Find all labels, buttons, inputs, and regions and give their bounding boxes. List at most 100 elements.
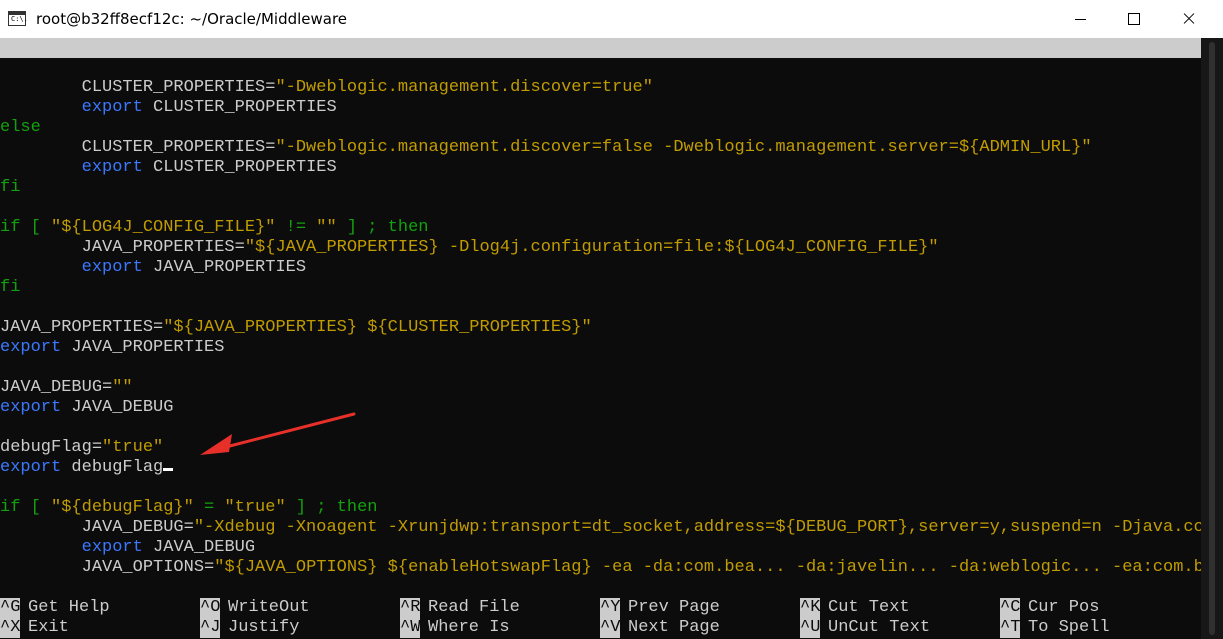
code-token: CLUSTER_PROPERTIES= (0, 78, 276, 97)
code-token: JAVA_PROPERTIES= (0, 238, 245, 257)
code-token: JAVA_PROPERTIES (61, 338, 225, 357)
shortcut-label: WriteOut (228, 598, 310, 617)
shortcut-label: Where Is (428, 618, 510, 637)
code-token: "" (316, 218, 337, 237)
code-token: "" (112, 378, 133, 397)
code-line[interactable] (0, 298, 1201, 318)
shortcut-label: Next Page (628, 618, 720, 637)
code-token: export (81, 258, 143, 277)
code-token: else (0, 118, 41, 137)
code-line[interactable]: fi (0, 278, 1201, 298)
shortcut-label: Read File (428, 598, 520, 617)
vertical-scrollbar[interactable] (1201, 38, 1223, 639)
code-line[interactable]: if [ "${debugFlag}" = "true" ] ; then (0, 498, 1201, 518)
code-line[interactable]: JAVA_DEBUG="-Xdebug -Xnoagent -Xrunjdwp:… (0, 518, 1201, 538)
code-line[interactable]: export JAVA_DEBUG (0, 398, 1201, 418)
shortcut-key: ^U (800, 618, 821, 638)
shortcut-get-help: ^G Get Help (0, 598, 110, 618)
shortcut-key: ^T (1000, 618, 1021, 638)
code-line[interactable]: debugFlag="true" (0, 438, 1201, 458)
shortcut-key: ^C (1000, 598, 1021, 618)
shortcut-to-spell: ^T To Spell (1000, 618, 1110, 638)
code-token: fi (0, 178, 21, 197)
code-token: export (0, 338, 62, 357)
code-line[interactable]: export debugFlag (0, 458, 1201, 478)
code-token: JAVA_DEBUG= (0, 518, 194, 537)
scrollbar-thumb[interactable] (1209, 42, 1215, 635)
terminal-screen[interactable]: GNU nano 2.2.6 File: /root/Oracle/Middle… (0, 38, 1201, 639)
code-token: JAVA_PROPERTIES= (0, 318, 164, 337)
code-token: ] ; then (336, 218, 429, 237)
code-line[interactable]: else (0, 118, 1201, 138)
code-line[interactable]: CLUSTER_PROPERTIES="-Dweblogic.managemen… (0, 138, 1201, 158)
code-line[interactable]: export JAVA_DEBUG (0, 538, 1201, 558)
shortcut-key: ^K (800, 598, 821, 618)
code-token: JAVA_DEBUG= (0, 378, 113, 397)
shortcut-label: Prev Page (628, 598, 720, 617)
close-button[interactable] (1166, 0, 1212, 38)
terminal-icon-text: C:\. (11, 15, 28, 23)
code-line[interactable] (0, 358, 1201, 378)
code-token: debugFlag= (0, 438, 103, 457)
code-line[interactable] (0, 418, 1201, 438)
shortcut-key: ^Y (600, 598, 621, 618)
code-token: export (81, 158, 143, 177)
code-line[interactable]: JAVA_DEBUG="" (0, 378, 1201, 398)
code-line[interactable]: export CLUSTER_PROPERTIES (0, 158, 1201, 178)
code-token: JAVA_OPTIONS= (0, 558, 215, 577)
shortcut-label: Cur Pos (1028, 598, 1100, 617)
code-token: debugFlag (61, 458, 164, 477)
code-line[interactable]: export JAVA_PROPERTIES (0, 338, 1201, 358)
code-line[interactable] (0, 478, 1201, 498)
shortcut-where-is: ^W Where Is (400, 618, 510, 638)
code-token: if [ (0, 498, 52, 517)
editor-buffer[interactable]: CLUSTER_PROPERTIES="-Dweblogic.managemen… (0, 78, 1201, 578)
shortcut-key: ^G (0, 598, 21, 618)
code-token: "true" (102, 438, 164, 457)
shortcut-label: Get Help (28, 598, 110, 617)
shortcut-next-page: ^V Next Page (600, 618, 720, 638)
code-token: = (193, 498, 225, 517)
code-token: if [ (0, 218, 52, 237)
nano-version: GNU nano 2.2.6 (20, 58, 163, 77)
code-line[interactable] (0, 198, 1201, 218)
code-token: CLUSTER_PROPERTIES (142, 158, 337, 177)
code-line[interactable]: if [ "${LOG4J_CONFIG_FILE}" != "" ] ; th… (0, 218, 1201, 238)
code-line[interactable]: export CLUSTER_PROPERTIES (0, 98, 1201, 118)
code-token: ] ; then (285, 498, 378, 517)
code-line[interactable]: JAVA_PROPERTIES="${JAVA_PROPERTIES} -Dlo… (0, 238, 1201, 258)
shortcut-key: ^X (0, 618, 21, 638)
code-token: "-Xdebug -Xnoagent -Xrunjdwp:transport=d… (193, 518, 1201, 537)
code-token: "${JAVA_OPTIONS} ${enableHotswapFlag} -e… (214, 558, 1201, 577)
shortcut-exit: ^X Exit (0, 618, 69, 638)
terminal-icon[interactable]: C:\. (8, 11, 28, 26)
code-token: "${LOG4J_CONFIG_FILE}" (51, 218, 276, 237)
title-bar[interactable]: C:\. root@b32ff8ecf12c: ~/Oracle/Middlew… (0, 0, 1223, 38)
shortcut-label: Cut Text (828, 598, 910, 617)
code-line[interactable]: fi (0, 178, 1201, 198)
code-token: != (275, 218, 317, 237)
shortcut-prev-page: ^Y Prev Page (600, 598, 720, 618)
shortcut-key: ^V (600, 618, 621, 638)
code-token: export (81, 98, 143, 117)
shortcut-cur-pos: ^C Cur Pos (1000, 598, 1099, 618)
nano-shortcut-bar: ^G Get Help ^O WriteOut ^R Read File ^Y Prev Pa… (0, 598, 1201, 638)
shortcut-label: To Spell (1028, 618, 1110, 637)
code-token: JAVA_DEBUG (142, 538, 256, 557)
shortcut-label: Justify (228, 618, 300, 637)
maximize-button[interactable] (1110, 0, 1156, 38)
shortcut-writeout: ^O WriteOut (200, 598, 310, 618)
code-line[interactable]: export JAVA_PROPERTIES (0, 258, 1201, 278)
shortcut-key: ^O (200, 598, 221, 618)
code-line[interactable]: JAVA_PROPERTIES="${JAVA_PROPERTIES} ${CL… (0, 318, 1201, 338)
code-line[interactable]: CLUSTER_PROPERTIES="-Dweblogic.managemen… (0, 78, 1201, 98)
code-token: "${JAVA_PROPERTIES} -Dlog4j.configuratio… (244, 238, 939, 257)
code-line[interactable]: JAVA_OPTIONS="${JAVA_OPTIONS} ${enableHo… (0, 558, 1201, 578)
shortcut-cut-text: ^K Cut Text (800, 598, 910, 618)
code-token: "true" (224, 498, 286, 517)
minimize-button[interactable] (1057, 0, 1103, 38)
